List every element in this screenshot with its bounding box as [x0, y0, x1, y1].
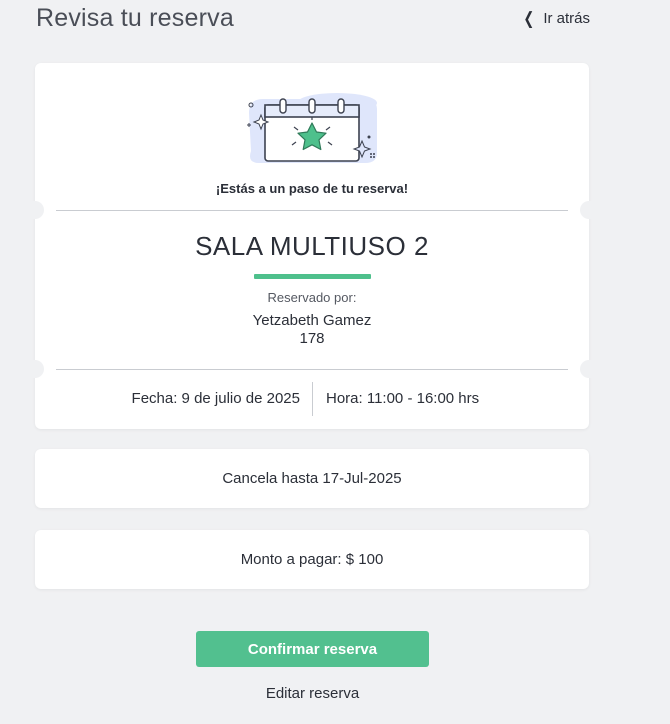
room-name-accent-bar: [254, 274, 371, 279]
page-title: Revisa tu reserva: [36, 4, 234, 32]
ticket-notch-right-top: [580, 201, 598, 219]
edit-reservation-link[interactable]: Editar reserva: [196, 685, 429, 702]
date-time-separator: [312, 382, 313, 416]
reservation-date: Fecha: 9 de julio de 2025: [131, 390, 300, 407]
date-time-row: Fecha: 9 de julio de 2025 Hora: 11:00 - …: [35, 381, 589, 417]
reserved-by-label: Reservado por:: [267, 290, 357, 305]
ticket-divider-top: [56, 210, 568, 211]
room-name: SALA MULTIUSO 2: [195, 231, 429, 261]
page-header: Revisa tu reserva ❮ Ir atrás: [36, 4, 590, 34]
back-link[interactable]: ❮ Ir atrás: [523, 8, 590, 28]
reserved-by-name: Yetzabeth Gamez: [252, 312, 372, 329]
ticket-notch-right-bottom: [580, 360, 598, 378]
ticket-notch-left-top: [26, 201, 44, 219]
chevron-left-icon: ❮: [523, 8, 535, 28]
reserved-by-id: 178: [299, 330, 325, 347]
back-link-label: Ir atrás: [543, 10, 590, 27]
ticket-tagline: ¡Estás a un paso de tu reserva!: [215, 181, 409, 196]
ticket-divider-bottom: [56, 369, 568, 370]
reservation-time: Hora: 11:00 - 16:00 hrs: [326, 390, 480, 407]
cancel-deadline-text: Cancela hasta 17-Jul-2025: [222, 470, 402, 487]
cancel-deadline-card: Cancela hasta 17-Jul-2025: [35, 449, 589, 508]
reservation-ticket-card: ¡Estás a un paso de tu reserva! SALA MUL…: [26, 63, 598, 429]
amount-card: Monto a pagar: $ 100: [35, 530, 589, 589]
confirm-reservation-button[interactable]: Confirmar reserva: [196, 631, 429, 667]
calendar-star-icon: [247, 93, 377, 163]
ticket-notch-left-bottom: [26, 360, 44, 378]
amount-text: Monto a pagar: $ 100: [240, 551, 384, 568]
